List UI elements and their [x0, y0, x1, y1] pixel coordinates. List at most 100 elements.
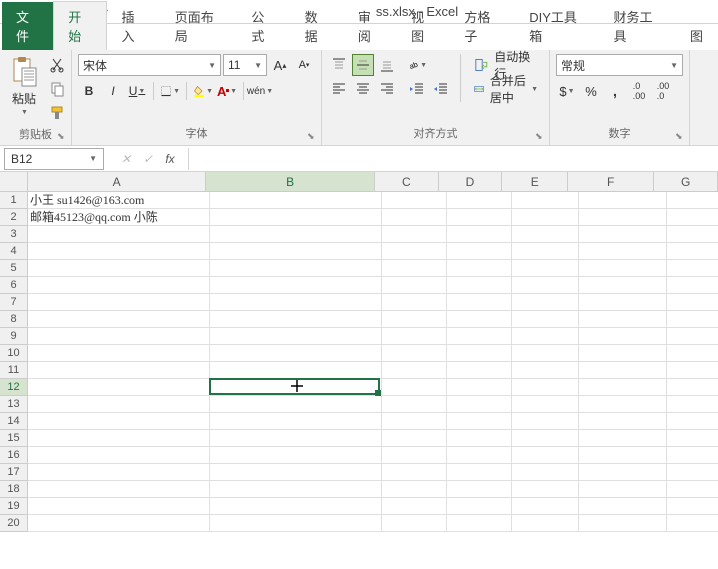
- cell-B4[interactable]: [210, 243, 382, 260]
- cell-E4[interactable]: [512, 243, 579, 260]
- cell-A10[interactable]: [28, 345, 210, 362]
- enter-formula-icon[interactable]: ✓: [138, 149, 158, 169]
- cell-D1[interactable]: [447, 192, 512, 209]
- cell-D20[interactable]: [447, 515, 512, 532]
- decrease-font-icon[interactable]: A▾: [293, 54, 315, 76]
- cell-C14[interactable]: [382, 413, 447, 430]
- row-header-7[interactable]: 7: [0, 294, 28, 311]
- cell-C15[interactable]: [382, 430, 447, 447]
- cell-D8[interactable]: [447, 311, 512, 328]
- cell-B12[interactable]: [210, 379, 382, 396]
- cell-F5[interactable]: [579, 260, 667, 277]
- cell-G3[interactable]: [667, 226, 718, 243]
- cell-G5[interactable]: [667, 260, 718, 277]
- cell-F10[interactable]: [579, 345, 667, 362]
- cell-B8[interactable]: [210, 311, 382, 328]
- cell-A14[interactable]: [28, 413, 210, 430]
- align-top-icon[interactable]: [328, 54, 350, 76]
- cell-B10[interactable]: [210, 345, 382, 362]
- row-header-12[interactable]: 12: [0, 379, 28, 396]
- row-header-9[interactable]: 9: [0, 328, 28, 345]
- cell-F7[interactable]: [579, 294, 667, 311]
- cell-G20[interactable]: [667, 515, 718, 532]
- cell-A4[interactable]: [28, 243, 210, 260]
- row-header-19[interactable]: 19: [0, 498, 28, 515]
- cell-G15[interactable]: [667, 430, 718, 447]
- align-bottom-icon[interactable]: [376, 54, 398, 76]
- cell-F13[interactable]: [579, 396, 667, 413]
- cell-F8[interactable]: [579, 311, 667, 328]
- cell-F11[interactable]: [579, 362, 667, 379]
- cell-C12[interactable]: [382, 379, 447, 396]
- tab-finance-tools[interactable]: 财务工具: [599, 1, 676, 50]
- cell-D16[interactable]: [447, 447, 512, 464]
- cell-D13[interactable]: [447, 396, 512, 413]
- bold-button[interactable]: B: [78, 80, 100, 102]
- cell-A17[interactable]: [28, 464, 210, 481]
- align-right-icon[interactable]: [376, 78, 398, 100]
- row-header-15[interactable]: 15: [0, 430, 28, 447]
- cell-C1[interactable]: [382, 192, 447, 209]
- cell-E6[interactable]: [512, 277, 579, 294]
- cell-A3[interactable]: [28, 226, 210, 243]
- cell-C8[interactable]: [382, 311, 447, 328]
- cell-A8[interactable]: [28, 311, 210, 328]
- percent-icon[interactable]: %: [580, 80, 602, 102]
- comma-icon[interactable]: ,: [604, 80, 626, 102]
- cell-B3[interactable]: [210, 226, 382, 243]
- fill-color-icon[interactable]: ▼: [192, 80, 214, 102]
- paste-button[interactable]: 粘贴 ▼: [6, 54, 42, 118]
- cell-F14[interactable]: [579, 413, 667, 430]
- cell-E2[interactable]: [512, 209, 579, 226]
- copy-icon[interactable]: [46, 78, 68, 100]
- cell-G18[interactable]: [667, 481, 718, 498]
- cell-G19[interactable]: [667, 498, 718, 515]
- cell-B2[interactable]: [210, 209, 382, 226]
- row-header-16[interactable]: 16: [0, 447, 28, 464]
- number-format-combo[interactable]: 常规▼: [556, 54, 683, 76]
- cell-C9[interactable]: [382, 328, 447, 345]
- tab-view[interactable]: 视图: [396, 1, 449, 50]
- cell-E13[interactable]: [512, 396, 579, 413]
- orientation-icon[interactable]: ab▼: [406, 54, 428, 76]
- cell-G1[interactable]: [667, 192, 718, 209]
- row-header-14[interactable]: 14: [0, 413, 28, 430]
- column-header-F[interactable]: F: [568, 172, 654, 192]
- select-all-corner[interactable]: [0, 172, 28, 192]
- tab-insert[interactable]: 插入: [107, 1, 160, 50]
- tab-home[interactable]: 开始: [53, 1, 106, 50]
- cell-C5[interactable]: [382, 260, 447, 277]
- cell-A13[interactable]: [28, 396, 210, 413]
- cell-E11[interactable]: [512, 362, 579, 379]
- cell-G10[interactable]: [667, 345, 718, 362]
- font-dialog-launcher-icon[interactable]: ⬊: [307, 131, 319, 143]
- cell-C3[interactable]: [382, 226, 447, 243]
- italic-button[interactable]: I: [102, 80, 124, 102]
- cell-F2[interactable]: [579, 209, 667, 226]
- cell-D9[interactable]: [447, 328, 512, 345]
- cell-A7[interactable]: [28, 294, 210, 311]
- cell-B7[interactable]: [210, 294, 382, 311]
- increase-indent-icon[interactable]: [430, 78, 452, 100]
- tab-diy-toolbox[interactable]: DIY工具箱: [514, 1, 598, 50]
- cell-C10[interactable]: [382, 345, 447, 362]
- cell-G13[interactable]: [667, 396, 718, 413]
- cell-G17[interactable]: [667, 464, 718, 481]
- cell-C17[interactable]: [382, 464, 447, 481]
- cell-G4[interactable]: [667, 243, 718, 260]
- cell-B9[interactable]: [210, 328, 382, 345]
- align-left-icon[interactable]: [328, 78, 350, 100]
- cells-area[interactable]: 小王 su1426@163.com邮箱45123@qq.com 小陈: [28, 192, 718, 532]
- increase-decimal-icon[interactable]: .0.00: [628, 80, 650, 102]
- cell-A18[interactable]: [28, 481, 210, 498]
- column-header-D[interactable]: D: [439, 172, 503, 192]
- decrease-indent-icon[interactable]: [406, 78, 428, 100]
- tab-tu[interactable]: 图: [675, 20, 718, 50]
- cell-E12[interactable]: [512, 379, 579, 396]
- row-header-4[interactable]: 4: [0, 243, 28, 260]
- cell-A15[interactable]: [28, 430, 210, 447]
- cell-F12[interactable]: [579, 379, 667, 396]
- alignment-dialog-launcher-icon[interactable]: ⬊: [535, 131, 547, 143]
- cell-A5[interactable]: [28, 260, 210, 277]
- cell-C2[interactable]: [382, 209, 447, 226]
